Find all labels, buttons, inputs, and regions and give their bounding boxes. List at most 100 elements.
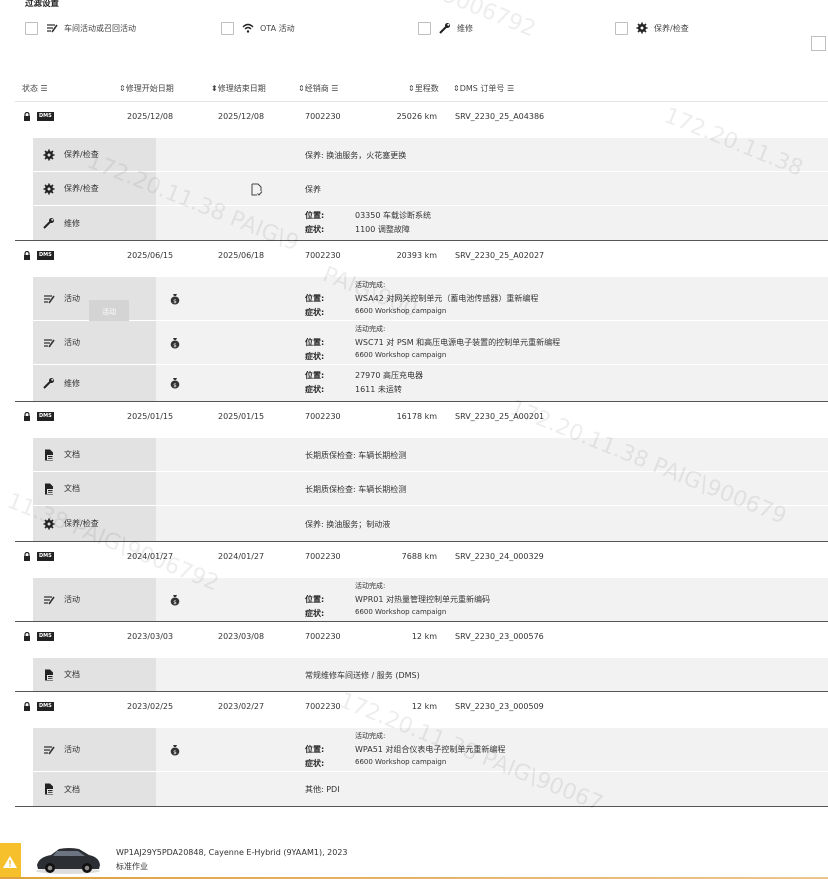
location-label: 位置:: [305, 745, 325, 754]
filter-lines-icon: ☰: [40, 84, 48, 93]
item-type: 文档: [33, 658, 156, 691]
dms-order: SRV_2230_25_A04386: [455, 112, 545, 121]
filter-repair-checkbox[interactable]: [418, 21, 431, 35]
money-bag-icon: $: [170, 744, 180, 756]
item-type-label: 活动: [64, 338, 80, 347]
service-item-row[interactable]: 文档 常规维修车间送修 / 服务 (DMS): [33, 658, 828, 692]
location-label: 位置:: [305, 338, 325, 347]
item-type: 活动: [33, 728, 156, 771]
item-description: 保养: 换油服务，火花塞更换: [305, 151, 407, 160]
sort-icon: ⬍: [211, 84, 218, 93]
location-value: WSA42 对网关控制单元（蓄电池传感器）重新编程: [355, 294, 539, 303]
col-start-date[interactable]: ⇕修理开始日期: [119, 83, 174, 94]
symptom-value: 6600 Workshop campaign: [355, 608, 447, 616]
filter-ota-checkbox[interactable]: [221, 21, 234, 35]
col-mileage[interactable]: ⇕里程数: [408, 83, 439, 94]
dms-order: SRV_2230_23_000509: [455, 702, 544, 711]
filter-ota[interactable]: OTA 活动: [221, 19, 295, 37]
symptom-value: 6600 Workshop campaign: [355, 758, 447, 766]
filter-row: 车间活动或召回活动 OTA 活动 维修 保养/检查: [0, 17, 828, 51]
service-group-row[interactable]: DMS 2025/06/15 2025/06/18 7002230 20393 km SR…: [15, 241, 828, 277]
location-value: WPR01 对热量管理控制单元重新编码: [355, 595, 491, 604]
location-label: 位置:: [305, 595, 325, 604]
filter-lines-icon: ☰: [506, 84, 515, 93]
svg-text:$: $: [173, 383, 177, 389]
filter-maintenance[interactable]: 保养/检查: [615, 19, 689, 37]
service-item-row[interactable]: 活动 $ 活动完成: 位置: WPR01 对热量管理控制单元重新编码 症状: 6600 Wo…: [33, 578, 828, 622]
document-icon: [43, 449, 55, 461]
filter-campaign-checkbox[interactable]: [25, 21, 38, 35]
service-group-row[interactable]: DMS 2025/12/08 2025/12/08 7002230 25026 km SR…: [15, 102, 828, 138]
start-date: 2025/12/08: [127, 112, 174, 121]
col-dms-order[interactable]: ⇕DMS 订单号 ☰: [453, 83, 514, 94]
dms-order: SRV_2230_24_000329: [455, 552, 544, 561]
filter-maintenance-label: 保养/检查: [654, 23, 689, 33]
warning-icon[interactable]: [0, 843, 21, 879]
location-value: WSC71 对 PSM 和高压电源电子装置的控制单元重新编程: [355, 338, 561, 347]
service-item-row[interactable]: 文档 长期质保检查: 车辆长期检测: [33, 438, 828, 472]
filter-campaign[interactable]: 车间活动或召回活动: [25, 19, 136, 37]
service-item-row[interactable]: 保养/检查 保养: 换油服务，火花塞更换: [33, 138, 828, 172]
dms-badge: DMS: [37, 632, 54, 641]
item-type: 维修: [33, 206, 156, 240]
item-type-label: 文档: [64, 670, 80, 679]
symptom-label: 症状:: [305, 352, 325, 361]
group-divider: [15, 401, 828, 402]
vehicle-info: WP1AJ29Y5PDA20848, Cayenne E-Hybrid (9YA…: [116, 848, 348, 857]
filter-repair-label: 维修: [457, 23, 473, 33]
wrench-icon: [43, 377, 55, 389]
service-group-row[interactable]: DMS 2025/01/15 2025/01/15 7002230 16178 km SR…: [15, 402, 828, 438]
gear-icon: [636, 22, 648, 34]
service-item-row[interactable]: 活动 $ 活动完成: 位置: WSC71 对 PSM 和高压电源电子装置的控制单元重新编…: [33, 321, 828, 365]
campaign-icon: [43, 744, 55, 756]
start-date: 2024/01/27: [127, 552, 174, 561]
service-item-row[interactable]: 活动 $ 活动完成: 位置: WSA42 对网关控制单元（蓄电池传感器）重新编程 症状: 6…: [33, 277, 828, 330]
item-type-label: 保养/检查: [64, 150, 99, 159]
money-bag-icon: $: [170, 594, 180, 606]
col-dealer[interactable]: ⇕经销商 ☰: [298, 83, 338, 94]
svg-text:$: $: [173, 750, 177, 756]
sort-icon: ⇕: [408, 84, 415, 93]
service-item-row[interactable]: 维修 $ 位置: 27970 高压充电器 症状: 1611 未运转: [33, 365, 828, 402]
item-description: 其他: PDI: [305, 785, 340, 794]
item-type: 文档: [33, 472, 156, 505]
dealer: 7002230: [305, 552, 341, 561]
lock-icon: [23, 702, 31, 711]
mileage: 12 km: [411, 702, 437, 711]
symptom-label: 症状:: [305, 759, 325, 768]
dealer: 7002230: [305, 112, 341, 121]
col-status[interactable]: 状态 ☰: [22, 83, 48, 94]
service-item-row[interactable]: 保养/检查 保养: 换油服务；制动液: [33, 506, 828, 542]
service-item-row[interactable]: 保养/检查 保养: [33, 172, 828, 206]
service-group-row[interactable]: DMS 2023/02/25 2023/02/27 7002230 12 km SRV_2…: [15, 692, 828, 728]
symptom-value: 6600 Workshop campaign: [355, 307, 447, 315]
service-group-row[interactable]: DMS 2023/03/03 2023/03/08 7002230 12 km SRV_2…: [15, 622, 828, 658]
money-bag-icon: $: [170, 293, 180, 305]
table-header: 状态 ☰ ⇕修理开始日期 ⬍修理结束日期 ⇕经销商 ☰ ⇕里程数 ⇕DMS 订单…: [22, 83, 828, 95]
symptom-label: 症状:: [305, 385, 325, 394]
gear-icon: [43, 183, 55, 195]
dealer: 7002230: [305, 251, 341, 260]
document-check-icon[interactable]: [250, 183, 263, 196]
service-item-row[interactable]: 文档 其他: PDI: [33, 772, 828, 807]
svg-text:$: $: [173, 600, 177, 606]
filter-extra-checkbox[interactable]: [811, 36, 826, 51]
location-value: WPA51 对组合仪表电子控制单元重新编程: [355, 745, 506, 754]
service-item-row[interactable]: 活动 $ 活动完成: 位置: WPA51 对组合仪表电子控制单元重新编程 症状: 6600 …: [33, 728, 828, 772]
end-date: 2025/06/18: [218, 251, 265, 260]
col-end-date[interactable]: ⬍修理结束日期: [211, 83, 266, 94]
filter-maintenance-checkbox[interactable]: [615, 21, 628, 35]
dms-order: SRV_2230_25_A02027: [455, 251, 545, 260]
service-item-row[interactable]: 维修 位置: 03350 车载诊断系统 症状: 1100 调整故障: [33, 206, 828, 241]
item-description: 常规维修车间送修 / 服务 (DMS): [305, 671, 420, 680]
item-type-label: 活动: [64, 595, 80, 604]
service-item-row[interactable]: 文档 长期质保检查: 车辆长期检测: [33, 472, 828, 506]
location-value: 27970 高压充电器: [355, 371, 423, 380]
mileage: 7688 km: [401, 552, 437, 561]
gear-icon: [43, 518, 55, 530]
item-type: 文档: [33, 772, 156, 806]
symptom-value: 6600 Workshop campaign: [355, 351, 447, 359]
group-divider: [15, 621, 828, 622]
service-group-row[interactable]: DMS 2024/01/27 2024/01/27 7002230 7688 km SRV…: [15, 542, 828, 578]
filter-repair[interactable]: 维修: [418, 19, 473, 37]
